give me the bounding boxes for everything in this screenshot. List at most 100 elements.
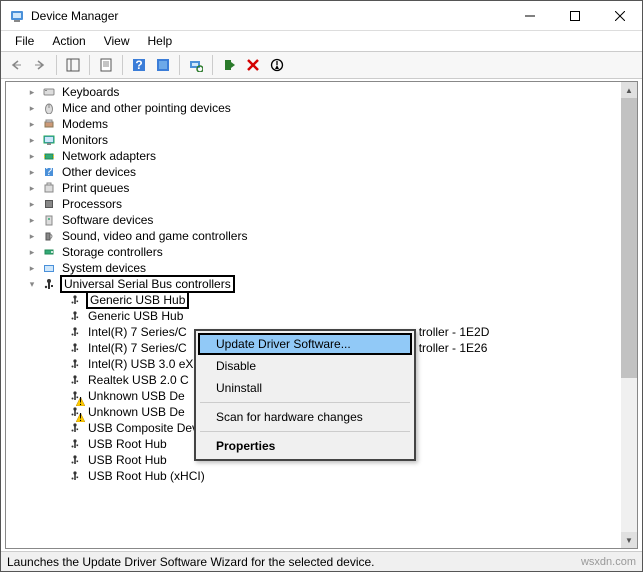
usb-device-icon [68, 421, 82, 435]
expand-right-icon[interactable]: ▸ [26, 198, 38, 210]
expand-right-icon[interactable]: ▸ [26, 118, 38, 130]
category-label: Other devices [60, 165, 138, 179]
minimize-button[interactable] [507, 1, 552, 30]
category-label: Mice and other pointing devices [60, 101, 233, 115]
ctx-update-driver[interactable]: Update Driver Software... [198, 333, 412, 355]
forward-button[interactable] [29, 54, 51, 76]
toolbar-divider [179, 55, 180, 75]
expand-right-icon[interactable]: ▸ [26, 182, 38, 194]
category-item[interactable]: ▸ Keyboards [6, 84, 637, 100]
ctx-separator [200, 431, 410, 432]
device-label: Realtek USB 2.0 C [86, 373, 191, 387]
usb-icon [42, 277, 56, 291]
ctx-separator [200, 402, 410, 403]
status-bar: Launches the Update Driver Software Wiza… [1, 551, 642, 571]
title-bar: Device Manager [1, 1, 642, 31]
expand-right-icon[interactable]: ▸ [26, 214, 38, 226]
scrollbar[interactable]: ▲ ▼ [621, 82, 637, 548]
category-item[interactable]: ▸Monitors [6, 132, 637, 148]
device-label-suffix: troller - 1E26 [417, 341, 490, 355]
device-category-icon [42, 101, 56, 115]
category-item[interactable]: ▸ Sound, video and game controllers [6, 228, 637, 244]
device-label: USB Root Hub [86, 453, 169, 467]
device-category-icon: ? [42, 165, 56, 179]
device-category-icon [42, 213, 56, 227]
device-category-icon [42, 261, 56, 275]
scroll-up-button[interactable]: ▲ [621, 82, 637, 98]
category-item[interactable]: ▸Print queues [6, 180, 637, 196]
device-label-suffix: troller - 1E2D [417, 325, 492, 339]
category-label: Keyboards [60, 85, 121, 99]
ctx-scan[interactable]: Scan for hardware changes [198, 406, 412, 428]
device-item[interactable]: Generic USB Hub [6, 308, 637, 324]
close-button[interactable] [597, 1, 642, 30]
expand-right-icon[interactable]: ▸ [26, 230, 38, 242]
ctx-uninstall[interactable]: Uninstall [198, 377, 412, 399]
menu-help[interactable]: Help [140, 32, 181, 50]
update-driver-button[interactable] [152, 54, 174, 76]
category-item[interactable]: ▸Modems [6, 116, 637, 132]
device-tree[interactable]: ▸ Keyboards ▸ Mice and other pointing devic… [5, 81, 638, 549]
toolbar: ? [1, 51, 642, 79]
usb-device-icon [68, 357, 82, 371]
category-item[interactable]: ▸Software devices [6, 212, 637, 228]
device-item[interactable]: USB Root Hub (xHCI) [6, 468, 637, 484]
menu-view[interactable]: View [96, 32, 138, 50]
expand-right-icon[interactable]: ▸ [26, 134, 38, 146]
usb-device-icon [68, 325, 82, 339]
device-category-icon [42, 245, 56, 259]
usb-device-icon [68, 293, 82, 307]
toolbar-divider [56, 55, 57, 75]
scroll-down-button[interactable]: ▼ [621, 532, 637, 548]
maximize-button[interactable] [552, 1, 597, 30]
device-label: Generic USB Hub [86, 309, 185, 323]
toolbar-divider [89, 55, 90, 75]
ctx-disable[interactable]: Disable [198, 355, 412, 377]
properties-button[interactable] [95, 54, 117, 76]
help-button[interactable]: ? [128, 54, 150, 76]
device-category-icon [42, 133, 56, 147]
device-item[interactable]: Generic USB Hub [6, 292, 637, 308]
expand-right-icon[interactable]: ▸ [26, 86, 38, 98]
expand-right-icon[interactable]: ▸ [26, 102, 38, 114]
expand-right-icon[interactable]: ▸ [26, 246, 38, 258]
back-button[interactable] [5, 54, 27, 76]
scroll-track[interactable] [621, 98, 637, 532]
usb-device-icon: ! [68, 405, 82, 419]
usb-device-icon [68, 469, 82, 483]
enable-button[interactable] [218, 54, 240, 76]
expand-right-icon[interactable]: ▸ [26, 150, 38, 162]
menu-action[interactable]: Action [44, 32, 93, 50]
category-item[interactable]: ▸System devices [6, 260, 637, 276]
toolbar-divider [212, 55, 213, 75]
device-label: Unknown USB De [86, 389, 187, 403]
usb-device-icon [68, 373, 82, 387]
category-item[interactable]: ▸? Other devices [6, 164, 637, 180]
disable-button[interactable] [266, 54, 288, 76]
svg-text:?: ? [135, 58, 142, 72]
watermark: wsxdn.com [581, 556, 636, 568]
expand-right-icon[interactable]: ▸ [26, 166, 38, 178]
usb-device-icon: ! [68, 389, 82, 403]
usb-device-icon [68, 309, 82, 323]
scan-hardware-button[interactable] [185, 54, 207, 76]
usb-device-icon [68, 453, 82, 467]
app-icon [9, 8, 25, 24]
menu-file[interactable]: File [7, 32, 42, 50]
usb-device-icon [68, 437, 82, 451]
device-label: Generic USB Hub [86, 291, 189, 309]
expand-right-icon[interactable]: ▸ [26, 262, 38, 274]
scroll-thumb[interactable] [621, 98, 637, 378]
category-item[interactable]: ▸ Mice and other pointing devices [6, 100, 637, 116]
show-hide-tree-button[interactable] [62, 54, 84, 76]
device-label: Intel(R) 7 Series/C [86, 325, 189, 339]
category-item[interactable]: ▸Network adapters [6, 148, 637, 164]
category-item[interactable]: ▸Storage controllers [6, 244, 637, 260]
category-label: Sound, video and game controllers [60, 229, 249, 243]
ctx-properties[interactable]: Properties [198, 435, 412, 457]
uninstall-button[interactable] [242, 54, 264, 76]
device-label: USB Root Hub [86, 437, 169, 451]
category-item[interactable]: ▸Processors [6, 196, 637, 212]
expand-down-icon[interactable]: ▾ [26, 278, 38, 290]
category-usb[interactable]: ▾ Universal Serial Bus controllers [6, 276, 637, 292]
